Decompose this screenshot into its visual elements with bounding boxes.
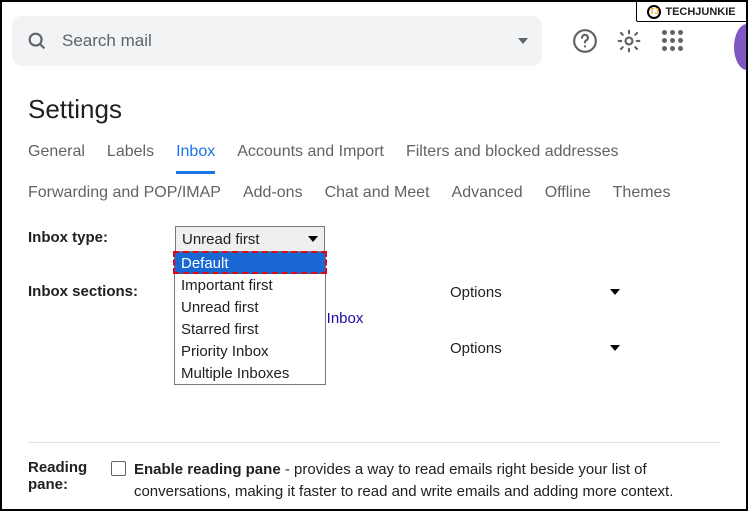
inbox-type-option-starred-first[interactable]: Starred first	[175, 318, 325, 340]
search-box[interactable]: Search mail	[12, 16, 542, 66]
search-options-caret[interactable]	[518, 38, 528, 44]
avatar[interactable]	[734, 24, 748, 70]
chevron-down-icon	[610, 345, 620, 351]
inbox-type-select[interactable]: Unread first	[175, 226, 325, 252]
inbox-type-dropdown: Default Important first Unread first Sta…	[174, 251, 326, 385]
inbox-type-selected: Unread first	[182, 231, 308, 248]
tabs-row-1: General Labels Inbox Accounts and Import…	[28, 143, 720, 174]
tab-addons[interactable]: Add-ons	[243, 184, 303, 202]
top-bar: Search mail	[2, 2, 746, 76]
inbox-type-option-unread-first[interactable]: Unread first	[175, 296, 325, 318]
inbox-type-option-important-first[interactable]: Important first	[175, 274, 325, 296]
tab-general[interactable]: General	[28, 143, 85, 174]
tab-forwarding[interactable]: Forwarding and POP/IMAP	[28, 184, 221, 202]
inbox-sections-label: Inbox sections:	[28, 280, 175, 300]
enable-reading-pane-checkbox[interactable]	[111, 461, 126, 476]
tab-accounts-import[interactable]: Accounts and Import	[237, 143, 384, 174]
watermark-icon: TJ	[647, 5, 661, 19]
search-placeholder: Search mail	[62, 31, 504, 51]
inbox-type-label: Inbox type:	[28, 226, 175, 246]
inbox-type-option-default[interactable]: Default	[175, 252, 325, 274]
top-icons	[572, 28, 686, 54]
divider	[28, 442, 720, 443]
gear-icon[interactable]	[616, 28, 642, 54]
watermark-badge: TJ TECHJUNKIE	[636, 2, 746, 22]
watermark-text: TECHJUNKIE	[665, 6, 735, 18]
tab-themes[interactable]: Themes	[613, 184, 671, 202]
search-icon	[26, 30, 48, 52]
inbox-type-option-multiple-inboxes[interactable]: Multiple Inboxes	[175, 362, 325, 384]
tab-filters-blocked[interactable]: Filters and blocked addresses	[406, 143, 619, 174]
inbox-type-option-priority-inbox[interactable]: Priority Inbox	[175, 340, 325, 362]
page-title: Settings	[28, 94, 720, 125]
inbox-section-options-2[interactable]: Options	[450, 334, 630, 362]
tab-inbox[interactable]: Inbox	[176, 143, 215, 174]
tab-chat-meet[interactable]: Chat and Meet	[325, 184, 430, 202]
row-reading-pane: Reading pane: Enable reading pane - prov…	[28, 459, 720, 503]
row-inbox-type: Inbox type: Unread first Default Importa…	[28, 224, 720, 254]
apps-grid-icon[interactable]	[660, 28, 686, 54]
help-icon[interactable]	[572, 28, 598, 54]
tab-offline[interactable]: Offline	[545, 184, 591, 202]
reading-pane-checkbox-label: Enable reading pane	[134, 461, 281, 478]
tab-advanced[interactable]: Advanced	[452, 184, 523, 202]
chevron-down-icon	[308, 236, 318, 242]
settings-content: Settings General Labels Inbox Accounts a…	[2, 76, 746, 511]
options-label-2: Options	[450, 340, 502, 357]
tabs-row-2: Forwarding and POP/IMAP Add-ons Chat and…	[28, 184, 720, 202]
reading-pane-text: Enable reading pane - provides a way to …	[134, 459, 720, 503]
reading-pane-label: Reading pane:	[28, 459, 111, 493]
row-inbox-sections: Inbox sections:	[28, 278, 720, 302]
tab-labels[interactable]: Labels	[107, 143, 154, 174]
